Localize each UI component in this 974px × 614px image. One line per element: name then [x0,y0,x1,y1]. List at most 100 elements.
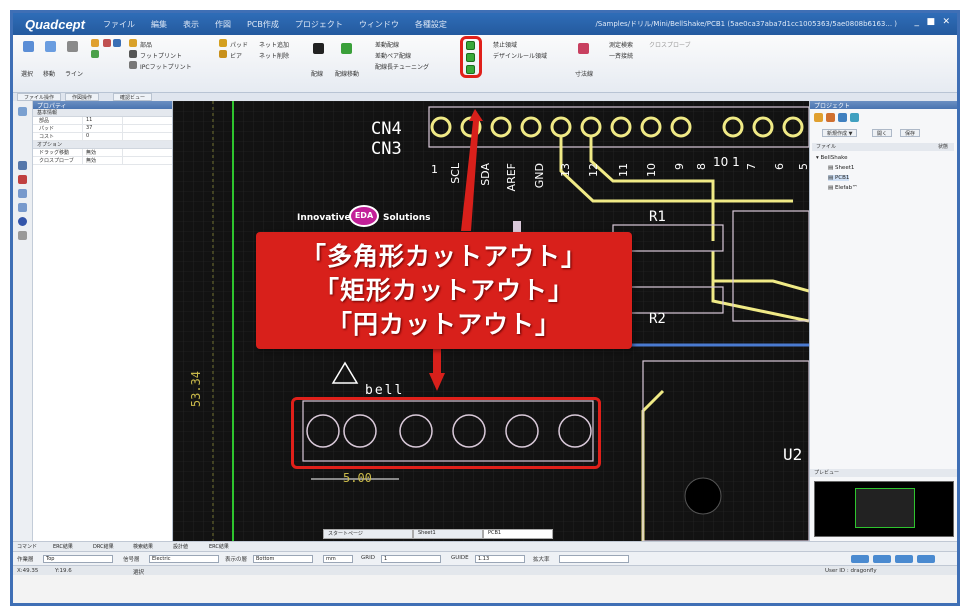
length-tuning-button[interactable]: 配線長チューニング [375,62,429,71]
footprint-button[interactable]: フットプリント [140,51,182,60]
option-value[interactable]: 無効 [83,157,123,164]
menu-view[interactable]: 表示 [183,19,199,30]
line-icon[interactable] [67,41,78,52]
globe-icon[interactable] [18,217,27,226]
dimension-button[interactable]: 寸法線 [575,69,593,78]
drc-tool-icon[interactable] [18,175,27,184]
tree-item-pcb1[interactable]: ▤ PCB1 [828,175,850,181]
minimize-button[interactable]: _ [915,17,920,27]
open-button[interactable]: 開く [872,129,893,137]
doc-tab-pcb1[interactable]: PCB1 [483,529,553,539]
guide-input[interactable]: 1.13 [475,555,525,563]
tree-item-sheet1[interactable]: ▤ Sheet1 [828,165,854,171]
rect-tool-icon[interactable] [103,39,111,47]
ipc-footprint-icon[interactable] [129,61,137,69]
tab-search-result[interactable]: 検索結果 [133,543,153,550]
display-layer-select[interactable]: Bottom [253,555,313,563]
bulk-connect-button[interactable]: 一斉接続 [609,51,633,60]
arrow-up [461,109,483,231]
ipc-footprint-button[interactable]: IPCフットプリント [140,62,192,71]
tab-check-view[interactable]: 確認ビュー [113,93,153,101]
pad-button[interactable]: パッド [230,40,248,49]
route-move-icon[interactable] [341,43,352,54]
text-tool-icon[interactable] [113,39,121,47]
tree-item-project[interactable]: ▾ BellShake [816,155,847,161]
signal-layer-select[interactable]: Electric [149,555,219,563]
tab-draw-ops[interactable]: 作図操作 [65,93,100,101]
menu-edit[interactable]: 編集 [151,19,167,30]
save-button[interactable]: 保存 [900,129,921,137]
menu-project[interactable]: プロジェクト [295,19,343,30]
design-rule-area-button[interactable]: デザインルール領域 [493,51,547,60]
tree-item-elefab[interactable]: ▤ Elefab™ [828,185,858,191]
option-key: ドラッグ移動 [33,149,83,156]
footprint-icon[interactable] [129,50,137,58]
select-icon[interactable] [23,41,34,52]
tab-file-ops[interactable]: ファイル操作 [17,93,62,101]
folder-icon[interactable] [814,113,823,122]
measure-button[interactable]: 測定検索 [609,40,633,49]
move-button[interactable]: 移動 [43,69,55,78]
view-mode-icon[interactable] [851,555,869,563]
menu-pcb[interactable]: PCB作成 [247,19,279,30]
menu-settings[interactable]: 各種設定 [415,19,447,30]
menu-draw[interactable]: 作図 [215,19,231,30]
select-button[interactable]: 選択 [21,69,33,78]
tab-command[interactable]: コマンド [17,543,37,550]
new-project-button[interactable]: 新規作成 ▼ [822,129,858,137]
option-row[interactable]: ドラッグ移動 無効 [33,149,172,157]
part-icon[interactable] [129,39,137,47]
refresh-icon[interactable] [850,113,859,122]
tab-drc-result[interactable]: DRC結果 [93,543,114,550]
menu-window[interactable]: ウィンドウ [359,19,399,30]
via-icon[interactable] [219,50,227,58]
maximize-button[interactable]: ■ [926,17,935,27]
tab-design-values[interactable]: 設計値 [173,543,188,550]
crossprobe-button[interactable]: クロスプローブ [649,40,691,49]
view-mode-icon[interactable] [895,555,913,563]
route-button[interactable]: 配線 [311,69,323,78]
diff-pair-button[interactable]: 差動ペア配線 [375,51,411,60]
part-button[interactable]: 部品 [140,40,152,49]
doc-tab-start[interactable]: スタートページ [323,529,413,539]
diff-route-button[interactable]: 差動配線 [375,40,399,49]
dimension-icon[interactable] [578,43,589,54]
settings-icon[interactable] [18,231,27,240]
circle-tool-icon[interactable] [91,39,99,47]
y-coordinate: Y:19.6 [55,568,72,574]
arc-tool-icon[interactable] [91,50,99,58]
pad-icon[interactable] [219,39,227,47]
work-layer-select[interactable]: Top [43,555,113,563]
tab-erc-result[interactable]: ERC結果 [53,543,73,550]
zoom-select[interactable] [559,555,629,563]
search-icon[interactable] [838,113,847,122]
mode-text: 選択 [133,570,145,576]
route-move-button[interactable]: 配線移動 [335,69,359,78]
net-remove-button[interactable]: ネット削除 [259,51,289,60]
result-tabs: コマンド ERC結果 DRC結果 検索結果 設計値 ERC結果 [13,541,957,551]
keepout-button[interactable]: 禁止領域 [493,40,517,49]
tab-erc-result-2[interactable]: ERC結果 [209,543,229,550]
preview-header: プレビュー [810,469,957,477]
route-icon[interactable] [313,43,324,54]
unit-select[interactable]: mm [323,555,353,563]
option-value[interactable]: 無効 [83,149,123,156]
layer-tool-icon[interactable] [18,161,27,170]
section-basic-info[interactable]: 基本情報 [33,109,172,117]
doc-tab-sheet1[interactable]: Sheet1 [413,529,483,539]
close-button[interactable]: ✕ [942,17,950,27]
net-add-button[interactable]: ネット追加 [259,40,289,49]
view-mode-icon[interactable] [917,555,935,563]
view-mode-icon[interactable] [873,555,891,563]
via-button[interactable]: ビア [230,51,242,60]
pointer-tool-icon[interactable] [18,107,27,116]
zoom-out-icon[interactable] [18,203,27,212]
move-icon[interactable] [45,41,56,52]
line-button[interactable]: ライン [65,69,83,78]
option-row[interactable]: クロスプローブ 無効 [33,157,172,165]
zoom-in-icon[interactable] [18,189,27,198]
grid-input[interactable]: 1 [381,555,441,563]
document-icon[interactable] [826,113,835,122]
section-options[interactable]: オプション [33,141,172,149]
menu-file[interactable]: ファイル [103,19,135,30]
